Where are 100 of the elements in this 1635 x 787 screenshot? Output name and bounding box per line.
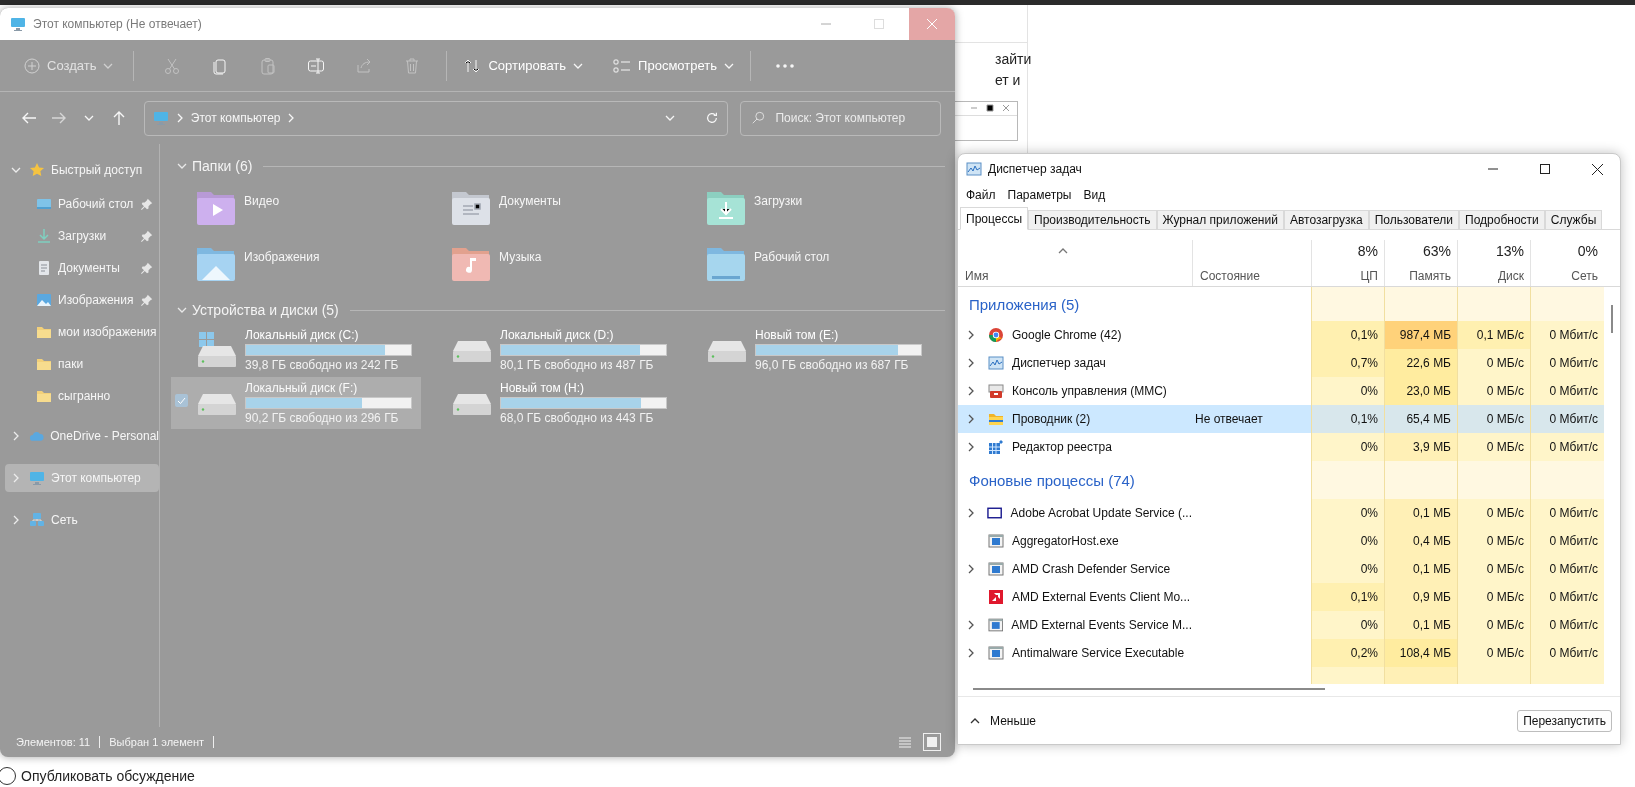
expand-chevron-icon[interactable]	[968, 358, 974, 368]
process-row[interactable]: Adobe Acrobat Update Service (... 0% 0,1 МБ 0 МБ/с 0 Мбит/с	[958, 499, 1604, 527]
process-name: AggregatorHost.exe	[1012, 534, 1119, 548]
fewer-details-link[interactable]: Меньше	[970, 713, 1036, 728]
chevron-down-icon[interactable]	[177, 307, 187, 313]
process-name: Диспетчер задач	[1012, 356, 1106, 370]
tab[interactable]: Производительность	[1028, 210, 1157, 230]
menu-item[interactable]: Параметры	[1001, 188, 1078, 202]
checkmark-icon	[177, 396, 186, 405]
tab[interactable]: Пользователи	[1368, 210, 1460, 230]
column-header[interactable]: Имя	[958, 240, 1192, 286]
process-row[interactable]: AMD External Events Client Mo... 0,1% 0,9 МБ 0 МБ/с 0 Мбит/с	[958, 583, 1604, 611]
table-cell: 0 МБ/с	[1457, 611, 1530, 639]
process-row[interactable]: Редактор реестра 0% 3,9 МБ 0 МБ/с 0 Мбит/с	[958, 433, 1604, 461]
table-cell: 987,4 МБ	[1384, 321, 1457, 349]
process-row[interactable]: AMD External Events Service M... 0% 0,1 МБ 0 МБ/с 0 Мбит/с	[958, 611, 1604, 639]
status-text: Выбран 1 элемент	[109, 736, 205, 748]
table-cell: 3,9 МБ	[1384, 433, 1457, 461]
table-cell: 0 МБ/с	[1457, 433, 1530, 461]
process-row[interactable]: Google Chrome (42) 0,1% 987,4 МБ 0,1 МБ/с 0 Мбит/с	[958, 321, 1604, 349]
folder-icon	[988, 411, 1004, 427]
chevron-right-icon[interactable]	[13, 515, 19, 525]
tab[interactable]: Подробности	[1459, 210, 1545, 230]
process-row[interactable]: Проводник (2) Не отвечает 0,1% 65,4 МБ 0 МБ/с 0 Мбит/с	[958, 405, 1604, 433]
process-row[interactable]: Консоль управления (MMC) 0% 23,0 МБ 0 МБ/с 0 Мбит/с	[958, 377, 1604, 405]
toolbox-icon	[988, 383, 1004, 399]
free-space-text: 68,0 ГБ свободно из 443 ГБ	[500, 411, 655, 425]
chevron-down-icon[interactable]	[177, 163, 187, 169]
table-cell: 0%	[1311, 499, 1384, 527]
process-row[interactable]: Antimalware Service Executable 0,2% 108,4 МБ 0 МБ/с 0 Мбит/с	[958, 639, 1604, 667]
restart-button[interactable]: Перезапустить	[1517, 709, 1612, 732]
table-cell: 0 Мбит/с	[1530, 499, 1604, 527]
table-cell: 0%	[1311, 555, 1384, 583]
chevron-right-icon[interactable]	[13, 431, 19, 441]
page-text: ет и	[995, 71, 1022, 90]
table-cell: 0 Мбит/с	[1530, 583, 1604, 611]
table-cell: 0 МБ/с	[1457, 583, 1530, 611]
forward-arrow-icon	[50, 110, 67, 126]
table-cell: 0 МБ/с	[1457, 349, 1530, 377]
table-cell: 0 МБ/с	[1457, 377, 1530, 405]
tab[interactable]: Службы	[1544, 210, 1603, 230]
process-name: AMD Crash Defender Service	[1012, 562, 1171, 576]
table-cell: 0 Мбит/с	[1530, 405, 1604, 433]
expand-chevron-icon[interactable]	[968, 414, 974, 424]
chevron-right-icon[interactable]	[13, 473, 19, 483]
expand-chevron-icon[interactable]	[968, 564, 974, 574]
chevron-down-icon	[83, 115, 94, 121]
column-header[interactable]: 13% Диск	[1457, 240, 1530, 286]
checkbox[interactable]	[175, 394, 188, 407]
caret-down-icon	[573, 62, 584, 69]
desktop-folder-icon	[706, 246, 746, 282]
column-header[interactable]: 8% ЦП	[1311, 240, 1384, 286]
tab[interactable]: Журнал приложений	[1156, 210, 1284, 230]
process-name: AMD External Events Client Mo...	[1012, 590, 1191, 604]
music-folder-icon	[451, 246, 491, 282]
tab[interactable]: Автозагрузка	[1283, 210, 1369, 230]
column-header[interactable]: 63% Память	[1384, 240, 1457, 286]
expand-chevron-icon[interactable]	[968, 648, 974, 658]
column-header[interactable]: 0% Сеть	[1530, 240, 1604, 286]
expand-chevron-icon[interactable]	[968, 508, 974, 518]
table-cell: 0 Мбит/с	[1530, 611, 1604, 639]
column-header[interactable]: Состояние	[1192, 240, 1311, 286]
drive-name: Новый том (E:)	[755, 328, 840, 342]
expand-chevron-icon[interactable]	[968, 620, 974, 630]
more-dots-icon	[776, 63, 794, 68]
table-cell: 0%	[1311, 611, 1384, 639]
folder-icon	[36, 388, 52, 404]
table-cell: 0,9 МБ	[1384, 583, 1457, 611]
expand-chevron-icon[interactable]	[968, 386, 974, 396]
menu-item[interactable]: Вид	[1077, 188, 1112, 202]
table-cell: 22,6 МБ	[1384, 349, 1457, 377]
documents-folder-icon	[451, 190, 491, 226]
table-cell: 0,1 МБ	[1384, 611, 1457, 639]
expand-chevron-icon[interactable]	[968, 442, 974, 452]
section-title: Папки (6)	[192, 158, 253, 174]
table-cell: 0,1 МБ	[1384, 555, 1457, 583]
table-cell: 0,1%	[1311, 321, 1384, 349]
expand-chevron-icon[interactable]	[968, 330, 974, 340]
free-space-text: 39,8 ГБ свободно из 242 ГБ	[245, 358, 400, 372]
chevron-down-icon[interactable]	[11, 167, 21, 173]
process-row[interactable]: AMD Crash Defender Service 0% 0,1 МБ 0 МБ/с 0 Мбит/с	[958, 555, 1604, 583]
refresh-icon	[705, 111, 720, 125]
amd-icon	[988, 589, 1004, 605]
close-button[interactable]	[909, 8, 955, 40]
folder-icon	[36, 356, 52, 372]
app-window-icon	[988, 645, 1004, 661]
menu-item[interactable]: Файл	[960, 188, 1002, 202]
group-title: Фоновые процессы (74)	[968, 471, 1135, 489]
window-title: Диспетчер задач	[988, 162, 1083, 176]
process-row[interactable]: AggregatorHost.exe 0% 0,4 МБ 0 МБ/с 0 Мбит/с	[958, 527, 1604, 555]
chevron-up-icon	[970, 717, 980, 724]
table-cell: 0 Мбит/с	[1530, 377, 1604, 405]
process-name: AMD External Events Service M...	[1011, 618, 1192, 632]
drive-name: Локальный диск (F:)	[245, 381, 359, 395]
tiles-view-button[interactable]	[923, 733, 941, 751]
process-name: Antimalware Service Executable	[1012, 646, 1185, 660]
plus-circle-icon	[24, 57, 40, 74]
process-row[interactable]: Диспетчер задач 0,7% 22,6 МБ 0 МБ/с 0 Мбит/с	[958, 349, 1604, 377]
tab[interactable]: Процессы	[960, 207, 1028, 230]
table-cell: 0 МБ/с	[1457, 639, 1530, 667]
